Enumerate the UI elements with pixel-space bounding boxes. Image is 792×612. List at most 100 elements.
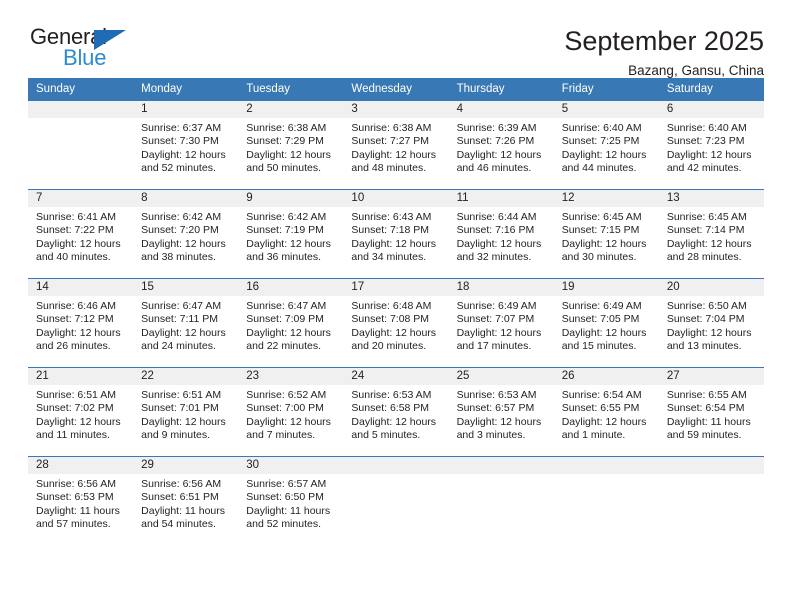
day-detail-line: Sunset: 6:51 PM [141, 491, 219, 504]
day-detail-line: Sunset: 7:07 PM [456, 313, 535, 326]
day-detail-line: Daylight: 12 hours [141, 237, 226, 250]
day-cell-27[interactable]: 27 Sunrise: 6:55 AM Sunset: 6:54 PM Dayligh… [659, 368, 764, 456]
day-number: 26 [561, 370, 575, 382]
week-cells: 7 Sunrise: 6:41 AM Sunset: 7:22 PM Daylight… [28, 190, 764, 278]
day-details: Sunrise: 6:50 AM Sunset: 7:04 PM Daylight:… [667, 296, 758, 354]
day-detail-line: Sunset: 7:09 PM [246, 313, 324, 326]
day-detail-line: and 59 minutes. [666, 429, 742, 442]
calendar-week-row: 1 Sunrise: 6:37 AM Sunset: 7:30 PM Daylight… [28, 100, 764, 189]
day-detail-line: Sunrise: 6:55 AM [666, 389, 747, 401]
general-blue-logo[interactable]: General Blue [28, 24, 158, 72]
day-number: 21 [36, 370, 49, 382]
day-details [36, 118, 127, 122]
day-detail-line: Sunset: 6:53 PM [36, 491, 114, 504]
logo-text-blue: Blue [63, 45, 107, 70]
day-cell-26[interactable]: 26 Sunrise: 6:54 AM Sunset: 6:55 PM Dayligh… [554, 368, 659, 456]
day-details: Sunrise: 6:43 AM Sunset: 7:18 PM Daylight:… [351, 207, 442, 265]
day-detail-line: Sunrise: 6:52 AM [246, 389, 327, 401]
title-block: September 2025 Bazang, Gansu, China [564, 24, 764, 81]
day-number: 27 [666, 370, 680, 382]
day-cell-17[interactable]: 17 Sunrise: 6:48 AM Sunset: 7:08 PM Dayligh… [343, 279, 448, 367]
day-cell-5[interactable]: 5 Sunrise: 6:40 AM Sunset: 7:25 PM Daylight… [554, 101, 659, 189]
day-cell-29[interactable]: 29 Sunrise: 6:56 AM Sunset: 6:51 PM Dayligh… [133, 457, 238, 543]
day-details: Sunrise: 6:44 AM Sunset: 7:16 PM Daylight:… [457, 207, 548, 265]
day-details: Sunrise: 6:49 AM Sunset: 7:05 PM Daylight:… [562, 296, 653, 354]
day-details: Sunrise: 6:49 AM Sunset: 7:07 PM Daylight:… [457, 296, 548, 354]
day-cell-15[interactable]: 15 Sunrise: 6:47 AM Sunset: 7:11 PM Dayligh… [133, 279, 238, 367]
day-cell-4[interactable]: 4 Sunrise: 6:39 AM Sunset: 7:26 PM Daylight… [449, 101, 554, 189]
day-cell-6[interactable]: 6 Sunrise: 6:40 AM Sunset: 7:23 PM Daylight… [659, 101, 764, 189]
day-details: Sunrise: 6:40 AM Sunset: 7:23 PM Daylight:… [667, 118, 758, 176]
day-detail-line: Sunset: 6:57 PM [456, 402, 535, 415]
day-cell-13[interactable]: 13 Sunrise: 6:45 AM Sunset: 7:14 PM Dayligh… [659, 190, 764, 278]
day-number [36, 101, 127, 118]
day-cell-21[interactable]: 21 Sunrise: 6:51 AM Sunset: 7:02 PM Dayligh… [28, 368, 133, 456]
weekday-header-saturday: Saturday [666, 83, 713, 95]
day-cell-14[interactable]: 14 Sunrise: 6:46 AM Sunset: 7:12 PM Dayligh… [28, 279, 133, 367]
calendar-week-row: 21 Sunrise: 6:51 AM Sunset: 7:02 PM Dayligh… [28, 367, 764, 456]
day-cell-24[interactable]: 24 Sunrise: 6:53 AM Sunset: 6:58 PM Dayligh… [343, 368, 448, 456]
weekday-header-monday: Monday [141, 83, 183, 95]
day-details: Sunrise: 6:56 AM Sunset: 6:51 PM Daylight:… [141, 474, 232, 532]
week-cells: 1 Sunrise: 6:37 AM Sunset: 7:30 PM Daylight… [28, 101, 764, 189]
day-detail-line: Sunset: 7:27 PM [351, 135, 430, 148]
day-detail-line: Sunrise: 6:41 AM [36, 211, 116, 223]
day-cell-7[interactable]: 7 Sunrise: 6:41 AM Sunset: 7:22 PM Daylight… [28, 190, 133, 278]
day-cell-19[interactable]: 19 Sunrise: 6:49 AM Sunset: 7:05 PM Dayligh… [554, 279, 659, 367]
day-number: 13 [666, 192, 680, 204]
day-detail-line: and 26 minutes. [36, 340, 111, 353]
day-detail-line: and 28 minutes. [666, 251, 742, 264]
day-detail-line: Sunrise: 6:56 AM [141, 478, 222, 490]
day-detail-line: Sunset: 7:30 PM [141, 135, 219, 148]
day-detail-line: and 46 minutes. [456, 162, 532, 175]
day-cell-11[interactable]: 11 Sunrise: 6:44 AM Sunset: 7:16 PM Dayligh… [449, 190, 554, 278]
day-number: 17 [351, 281, 365, 293]
day-detail-line: Sunrise: 6:39 AM [456, 122, 537, 134]
day-details: Sunrise: 6:52 AM Sunset: 7:00 PM Daylight:… [246, 385, 337, 443]
day-detail-line: Daylight: 12 hours [246, 148, 331, 161]
day-cell-empty [343, 457, 448, 543]
day-details [667, 474, 758, 478]
day-detail-line: Daylight: 12 hours [456, 148, 542, 161]
day-cell-10[interactable]: 10 Sunrise: 6:43 AM Sunset: 7:18 PM Dayligh… [343, 190, 448, 278]
day-details: Sunrise: 6:38 AM Sunset: 7:27 PM Daylight:… [351, 118, 442, 176]
day-details: Sunrise: 6:51 AM Sunset: 7:01 PM Daylight:… [141, 385, 232, 443]
day-detail-line: Daylight: 12 hours [351, 326, 437, 339]
day-detail-line: and 17 minutes. [456, 340, 532, 353]
day-details: Sunrise: 6:51 AM Sunset: 7:02 PM Daylight:… [36, 385, 127, 443]
day-cell-16[interactable]: 16 Sunrise: 6:47 AM Sunset: 7:09 PM Dayligh… [238, 279, 343, 367]
day-detail-line: and 11 minutes. [36, 429, 110, 442]
weekday-header-tuesday: Tuesday [246, 83, 290, 95]
day-cell-20[interactable]: 20 Sunrise: 6:50 AM Sunset: 7:04 PM Dayligh… [659, 279, 764, 367]
day-detail-line: and 30 minutes. [561, 251, 637, 264]
day-detail-line: Sunrise: 6:47 AM [246, 300, 327, 312]
day-detail-line: Sunset: 6:50 PM [246, 491, 324, 504]
day-detail-line: and 20 minutes. [351, 340, 427, 353]
day-cell-8[interactable]: 8 Sunrise: 6:42 AM Sunset: 7:20 PM Daylight… [133, 190, 238, 278]
day-detail-line: Sunrise: 6:57 AM [246, 478, 327, 490]
day-detail-line: Sunset: 7:01 PM [141, 402, 219, 415]
day-cell-3[interactable]: 3 Sunrise: 6:38 AM Sunset: 7:27 PM Daylight… [343, 101, 448, 189]
day-details: Sunrise: 6:40 AM Sunset: 7:25 PM Daylight:… [562, 118, 653, 176]
day-cell-18[interactable]: 18 Sunrise: 6:49 AM Sunset: 7:07 PM Dayligh… [449, 279, 554, 367]
day-cell-12[interactable]: 12 Sunrise: 6:45 AM Sunset: 7:15 PM Dayligh… [554, 190, 659, 278]
day-detail-line: Sunset: 6:58 PM [351, 402, 430, 415]
day-detail-line: Sunrise: 6:42 AM [141, 211, 222, 223]
day-detail-line: Daylight: 12 hours [351, 237, 437, 250]
day-cell-30[interactable]: 30 Sunrise: 6:57 AM Sunset: 6:50 PM Dayligh… [238, 457, 343, 543]
day-cell-2[interactable]: 2 Sunrise: 6:38 AM Sunset: 7:29 PM Daylight… [238, 101, 343, 189]
day-cell-25[interactable]: 25 Sunrise: 6:53 AM Sunset: 6:57 PM Dayligh… [449, 368, 554, 456]
day-cell-1[interactable]: 1 Sunrise: 6:37 AM Sunset: 7:30 PM Daylight… [133, 101, 238, 189]
day-detail-line: and 24 minutes. [141, 340, 216, 353]
day-cell-28[interactable]: 28 Sunrise: 6:56 AM Sunset: 6:53 PM Dayligh… [28, 457, 133, 543]
day-detail-line: Daylight: 12 hours [141, 326, 226, 339]
day-detail-line: Sunrise: 6:51 AM [141, 389, 222, 401]
day-cell-empty [554, 457, 659, 543]
page-header: General Blue September 2025 Bazang, Gans… [28, 0, 764, 78]
day-cell-9[interactable]: 9 Sunrise: 6:42 AM Sunset: 7:19 PM Daylight… [238, 190, 343, 278]
day-details [457, 474, 548, 478]
day-detail-line: Sunset: 7:23 PM [666, 135, 745, 148]
day-cell-22[interactable]: 22 Sunrise: 6:51 AM Sunset: 7:01 PM Dayligh… [133, 368, 238, 456]
day-detail-line: Sunset: 7:19 PM [246, 224, 324, 237]
day-cell-23[interactable]: 23 Sunrise: 6:52 AM Sunset: 7:00 PM Dayligh… [238, 368, 343, 456]
